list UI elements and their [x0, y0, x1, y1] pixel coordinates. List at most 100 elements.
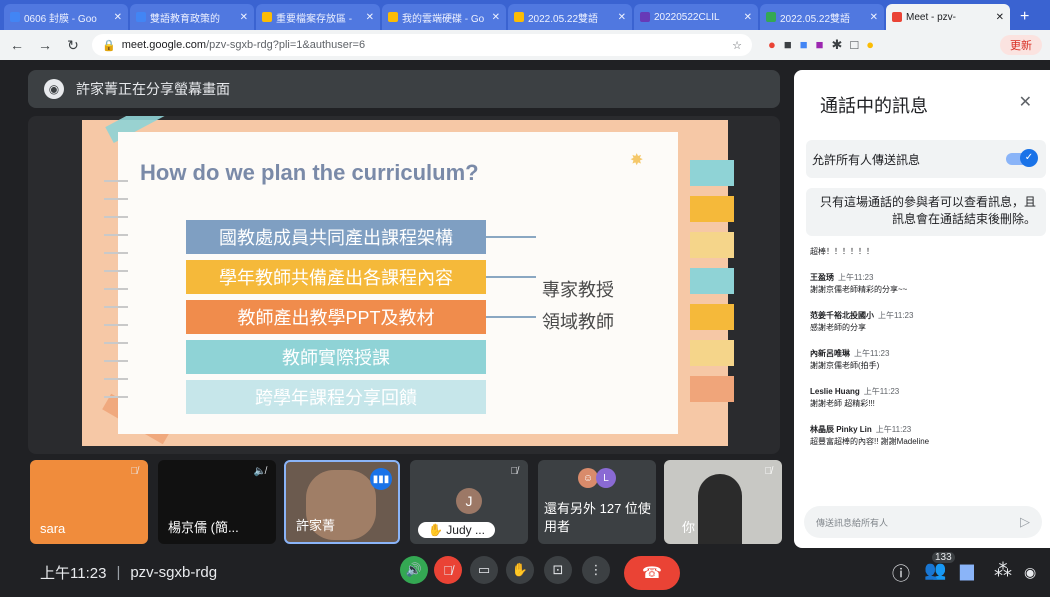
- extension-icon[interactable]: ●: [768, 37, 776, 53]
- close-icon[interactable]: ✕: [1019, 92, 1032, 112]
- url-input[interactable]: 🔒 meet.google.com /pzv-sgxb-rdg?pli=1&au…: [92, 34, 752, 56]
- presenter-avatar-icon: ◉: [44, 79, 64, 99]
- video-feed: [698, 474, 742, 544]
- tab-label: 我的雲端硬碟 - Go: [402, 13, 485, 25]
- present-screen-button[interactable]: ⊡: [544, 556, 572, 584]
- browser-tab-5[interactable]: 20220522CLIL ✕: [634, 4, 758, 30]
- browser-tab-6[interactable]: 2022.05.22雙語 ✕: [760, 4, 884, 30]
- bookmark-star-icon[interactable]: ☆: [732, 39, 742, 52]
- tab-label: 2022.05.22雙語: [780, 13, 851, 25]
- chat-message: 超棒！！！！！！: [810, 247, 874, 256]
- sun-icon: ✸: [630, 152, 644, 169]
- activities-icon[interactable]: ⁂: [994, 560, 1012, 581]
- tab-favicon-icon: [892, 12, 902, 22]
- browser-tab-4[interactable]: 2022.05.22雙語 ✕: [508, 4, 632, 30]
- profile-avatar-icon[interactable]: ●: [866, 37, 874, 53]
- camera-button[interactable]: ▭: [470, 556, 498, 584]
- close-icon[interactable]: ✕: [362, 12, 374, 23]
- sidebar-icon[interactable]: □: [850, 37, 858, 53]
- tab-favicon-icon: [262, 12, 272, 22]
- participant-name: 楊京儒 (簡...: [168, 520, 239, 535]
- extension-icon[interactable]: ■: [816, 37, 824, 53]
- close-icon[interactable]: ✕: [992, 12, 1004, 23]
- reload-icon[interactable]: ↻: [64, 37, 82, 54]
- mic-off-icon: 🎙̸: [764, 466, 773, 477]
- chat-input-placeholder: 傳送訊息給所有人: [816, 517, 889, 528]
- browser-tab-0[interactable]: 0606 封膜 - Goo ✕: [4, 4, 128, 30]
- people-icon[interactable]: 👥: [924, 560, 946, 581]
- people-count-badge: 133: [932, 552, 955, 563]
- participant-name: sara: [40, 521, 66, 536]
- shared-screen: How do we plan the curriculum? ✸ 國教處成員共同…: [28, 116, 780, 454]
- more-options-icon[interactable]: ⋮: [582, 556, 610, 584]
- chat-message: 內新呂唯琳 上午11:23 謝謝京儒老師(拍手): [810, 349, 890, 370]
- puzzle-icon[interactable]: ✱: [831, 37, 842, 53]
- browser-tab-7[interactable]: Meet - pzv- ✕: [886, 4, 1010, 30]
- meeting-code: pzv-sgxb-rdg: [130, 564, 218, 581]
- update-button[interactable]: 更新: [1000, 35, 1042, 55]
- connector-line: [486, 236, 536, 238]
- mic-off-icon: 🎙̸: [130, 466, 139, 477]
- extension-icon[interactable]: ■: [784, 37, 792, 53]
- slide-side-label: 領域教師: [542, 312, 614, 332]
- send-icon[interactable]: ▷: [1020, 514, 1030, 530]
- hand-icon: ✋: [428, 523, 447, 537]
- tab-label: Meet - pzv-: [906, 11, 957, 23]
- close-icon[interactable]: ✕: [740, 12, 752, 23]
- tab-favicon-icon: [514, 12, 524, 22]
- url-path: /pzv-sgxb-rdg?pli=1&authuser=6: [206, 39, 366, 51]
- browser-tab-1[interactable]: 雙語教育政策的 ✕: [130, 4, 254, 30]
- browser-tab-3[interactable]: 我的雲端硬碟 - Go ✕: [382, 4, 506, 30]
- mic-off-icon: 🎙̸: [510, 466, 519, 477]
- slide-step: 學年教師共備產出各課程內容: [186, 260, 486, 294]
- chat-title: 通話中的訊息: [820, 96, 928, 116]
- mic-off-button[interactable]: 🎙̸: [434, 556, 462, 584]
- slide-step: 國教處成員共同產出課程架構: [186, 220, 486, 254]
- close-icon[interactable]: ✕: [488, 12, 500, 23]
- speaker-icon[interactable]: 🔊: [400, 556, 428, 584]
- extension-icon[interactable]: ■: [800, 37, 808, 53]
- connector-line: [486, 316, 536, 318]
- participant-avatar: ☺: [578, 468, 598, 488]
- info-icon[interactable]: ⓘ: [892, 560, 910, 586]
- participant-tile-others[interactable]: ☺ L 還有另外 127 位使用者: [538, 460, 656, 544]
- chat-message: Leslie Huang 上午11:23 謝謝老師 超精彩!!!: [810, 387, 900, 408]
- leave-call-button[interactable]: ☎: [624, 556, 680, 590]
- participant-avatar: J: [456, 488, 482, 514]
- chat-notice: 只有這場通話的參與者可以查看訊息，且訊息會在通話結束後刪除。: [806, 188, 1046, 236]
- participant-tile-judy[interactable]: 🎙̸ J ✋ Judy ...: [410, 460, 528, 544]
- participant-tile-yang[interactable]: 🔈̸ 楊京儒 (簡...: [158, 460, 276, 544]
- meeting-time: 上午11:23: [40, 565, 107, 582]
- raise-hand-button[interactable]: ✋: [506, 556, 534, 584]
- tab-label: 重要檔案存放區 -: [276, 13, 353, 25]
- participant-tile-sara[interactable]: 🎙̸ sara: [30, 460, 148, 544]
- participant-tile-self[interactable]: 🎙̸ 你: [664, 460, 782, 544]
- back-arrow-icon[interactable]: ←: [8, 37, 26, 53]
- presenting-banner: ◉ 許家菁正在分享螢幕畫面: [28, 70, 780, 108]
- tab-favicon-icon: [766, 12, 776, 22]
- slide-title: How do we plan the curriculum?: [140, 160, 479, 185]
- extensions-row: ● ■ ■ ■ ✱ □ ●: [768, 37, 874, 53]
- close-icon[interactable]: ✕: [614, 12, 626, 23]
- chat-message: 林晶辰 Pinky Lin 上午11:23 超豐富超棒的內容!! 謝謝Madelin…: [810, 425, 930, 446]
- host-controls-icon[interactable]: ◉: [1024, 564, 1036, 581]
- chat-message: 范姜千裕北投國小 上午11:23 感謝老師的分享: [810, 311, 914, 332]
- mic-off-icon: 🔈̸: [253, 466, 266, 477]
- tab-label: 20220522CLIL: [654, 11, 720, 23]
- browser-tab-2[interactable]: 重要檔案存放區 - ✕: [256, 4, 380, 30]
- slide-side-label: 專家教授: [542, 280, 614, 300]
- forward-arrow-icon[interactable]: →: [36, 37, 54, 53]
- chat-input[interactable]: 傳送訊息給所有人 ▷: [804, 506, 1042, 538]
- allow-messages-toggle[interactable]: [1006, 149, 1038, 167]
- participant-avatar: L: [596, 468, 616, 488]
- new-tab-button[interactable]: +: [1012, 4, 1037, 30]
- chat-icon[interactable]: ▆: [960, 560, 974, 581]
- participant-name: ✋ Judy ...: [418, 522, 495, 538]
- tab-favicon-icon: [136, 12, 146, 22]
- close-icon[interactable]: ✕: [236, 12, 248, 23]
- close-icon[interactable]: ✕: [866, 12, 878, 23]
- close-icon[interactable]: ✕: [110, 12, 122, 23]
- participant-tile-presenter[interactable]: ▮▮▮ 許家菁: [284, 460, 400, 544]
- tab-favicon-icon: [640, 12, 650, 22]
- slide-step: 教師產出教學PPT及教材: [186, 300, 486, 334]
